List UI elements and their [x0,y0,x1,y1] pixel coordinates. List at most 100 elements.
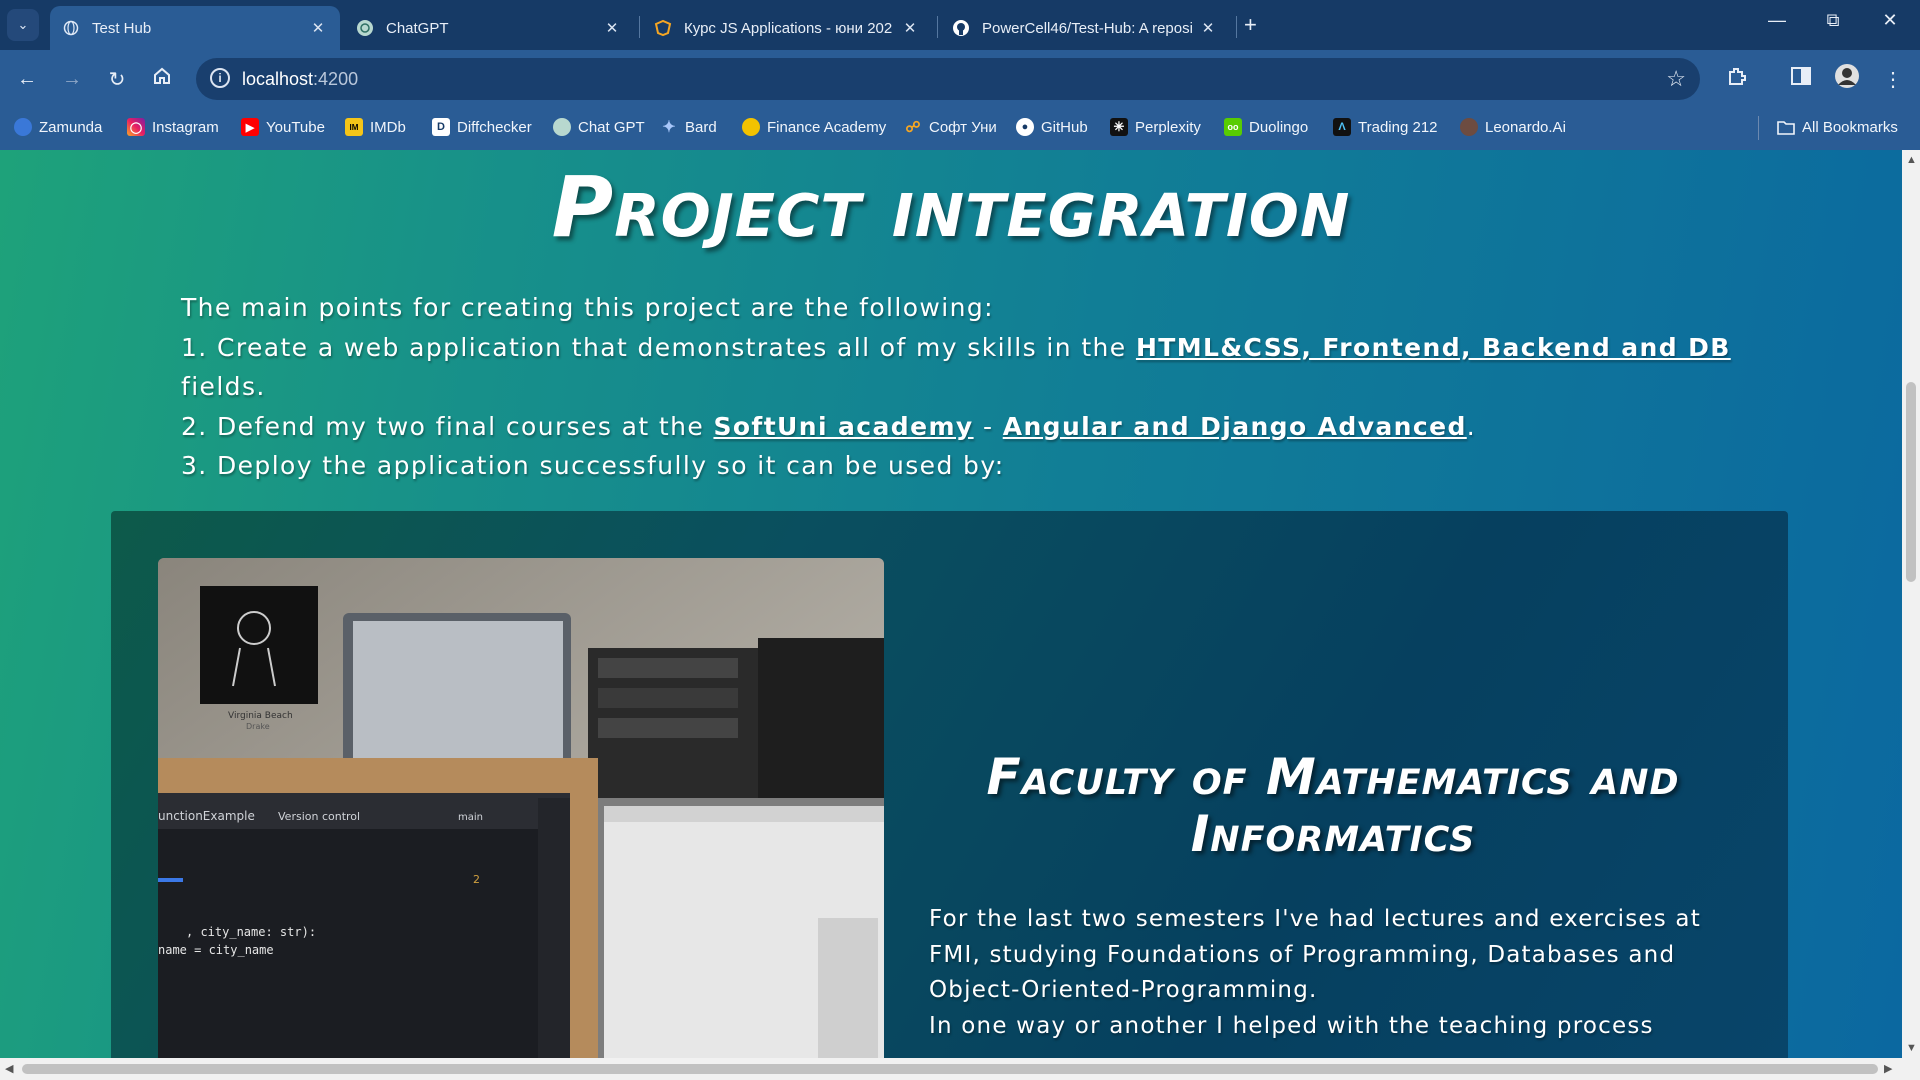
intro-text-segment: - [973,411,1003,441]
intro-line: 3. Deploy the application successfully s… [181,451,1005,480]
bookmark-imdb[interactable]: IM IMDb [345,118,406,136]
bookmark-label: Instagram [152,118,219,136]
bookmark-github[interactable]: ● GitHub [1016,118,1088,136]
page-title: Project integration [551,158,1351,256]
reload-button[interactable]: ↻ [102,64,132,94]
close-icon: ✕ [1882,10,1898,30]
folder-icon [1777,118,1795,136]
back-button[interactable]: ← [12,64,42,94]
skills-link[interactable]: HTML&CSS, Frontend, Backend and DB [1136,333,1731,362]
puzzle-icon [1726,65,1748,93]
close-window-button[interactable]: ✕ [1870,10,1910,31]
vertical-scroll-thumb[interactable] [1906,382,1916,582]
horizontal-scroll-thumb[interactable] [22,1064,1878,1074]
music-title: Virginia Beach [228,711,293,721]
restore-button[interactable]: ⧉ [1813,10,1853,31]
bookmark-chat-gpt[interactable]: Chat GPT [553,118,645,136]
bookmark-diffchecker[interactable]: D Diffchecker [432,118,532,136]
close-icon[interactable]: ✕ [900,19,920,37]
site-info-icon[interactable]: i [210,68,230,88]
address-bar[interactable]: i localhost:4200 ☆ [196,58,1700,100]
globe-icon [62,19,80,37]
bookmark-duolingo[interactable]: oo Duolingo [1224,118,1308,136]
angular-django-link[interactable]: Angular and Django Advanced [1003,412,1467,441]
tab-separator [937,16,938,38]
duolingo-icon: oo [1224,118,1242,136]
instagram-icon: ◯ [127,118,145,136]
bookmark-leonardo[interactable]: Leonardo.Ai [1460,118,1566,136]
fmi-card: unctionExample Version control main 2 , … [111,511,1788,1058]
new-tab-button[interactable]: + [1244,12,1257,38]
bookmark-label: Perplexity [1135,118,1201,136]
minimize-icon: — [1768,10,1786,30]
tab-search-button[interactable]: ⌄ [7,9,39,41]
all-bookmarks-button[interactable]: All Bookmarks [1777,118,1898,136]
reload-icon: ↻ [108,68,126,91]
url-text[interactable]: localhost:4200 [242,69,358,90]
scroll-down-icon[interactable]: ▼ [1906,1042,1917,1054]
bookmark-label: Trading 212 [1358,118,1438,136]
bard-icon: ✦ [662,119,676,136]
intro-text-segment: fields. [181,372,266,401]
bookmark-instagram[interactable]: ◯ Instagram [127,118,219,136]
more-vert-icon: ⋮ [1883,68,1903,91]
scroll-right-icon[interactable]: ▶ [1884,1062,1892,1075]
bookmarks-separator [1758,116,1759,140]
intro-text: The main points for creating this projec… [181,288,1741,486]
page-viewport: Project integration The main points for … [0,150,1902,1058]
bookmark-label: Leonardo.Ai [1485,118,1566,136]
softuni-academy-link[interactable]: SoftUni academy [713,412,973,441]
intro-line: 2. Defend my two final courses at the So… [181,407,1741,447]
close-icon[interactable]: ✕ [308,19,328,37]
close-icon[interactable]: ✕ [602,19,622,37]
code-line: name = city_name [158,943,274,957]
bookmark-label: Duolingo [1249,118,1309,136]
close-icon[interactable]: ✕ [1198,19,1218,37]
arrow-left-icon: ← [17,67,37,90]
ide-project-name: unctionExample [158,809,255,823]
bookmark-perplexity[interactable]: ✳ Perplexity [1110,118,1201,136]
bookmark-label: All Bookmarks [1802,118,1898,136]
horizontal-scrollbar[interactable]: ◀ ▶ [0,1058,1920,1080]
side-panel-button[interactable] [1786,64,1816,94]
tab-chatgpt[interactable]: ChatGPT ✕ [344,6,634,50]
tab-separator [639,16,640,38]
tab-github-repo[interactable]: PowerCell46/Test-Hub: A reposi ✕ [940,6,1230,50]
bookmark-bard[interactable]: ✦ Bard [660,118,716,137]
minimize-button[interactable]: — [1757,10,1797,31]
bookmark-finance-academy[interactable]: Finance Academy [742,118,886,136]
finance-icon [742,118,760,136]
vertical-scrollbar[interactable]: ▲ ▼ [1902,150,1920,1058]
menu-button[interactable]: ⋮ [1878,64,1908,94]
github-icon: ● [1016,118,1034,136]
diffchecker-icon: D [432,118,450,136]
home-icon [152,66,172,92]
profile-button[interactable] [1832,64,1862,94]
tab-test-hub[interactable]: Test Hub ✕ [50,6,340,50]
forward-button[interactable]: → [57,64,87,94]
bookmark-label: YouTube [266,118,325,136]
scroll-up-icon[interactable]: ▲ [1906,154,1917,166]
bookmark-softuni[interactable]: ☍ Софт Уни [904,118,997,137]
bookmark-label: GitHub [1041,118,1088,136]
url-host: localhost [242,69,314,89]
home-button[interactable] [147,64,177,94]
bookmark-youtube[interactable]: ▶ YouTube [241,118,325,136]
tab-softuni-course[interactable]: Курс JS Applications - юни 202 ✕ [642,6,932,50]
ide-warning-count: 2 [473,873,480,886]
bookmarks-bar: Zamunda ◯ Instagram ▶ YouTube IM IMDb D Diff… [0,108,1920,150]
chatgpt-icon [356,19,374,37]
intro-text-segment: 1. Create a web application that demonst… [181,332,1136,362]
github-icon [952,19,970,37]
bookmark-trading-212[interactable]: Λ Trading 212 [1333,118,1438,136]
bookmark-label: Софт Уни [929,118,997,136]
ide-vcs-label: Version control [278,810,360,823]
bookmark-star-icon[interactable]: ☆ [1666,66,1686,92]
avatar [1834,63,1860,95]
bookmark-zamunda[interactable]: Zamunda [14,118,102,136]
extensions-button[interactable] [1722,64,1752,94]
fmi-photo: unctionExample Version control main 2 , … [158,558,884,1058]
imdb-icon: IM [345,118,363,136]
ide-branch-label: main [458,812,483,823]
scroll-left-icon[interactable]: ◀ [5,1062,13,1075]
